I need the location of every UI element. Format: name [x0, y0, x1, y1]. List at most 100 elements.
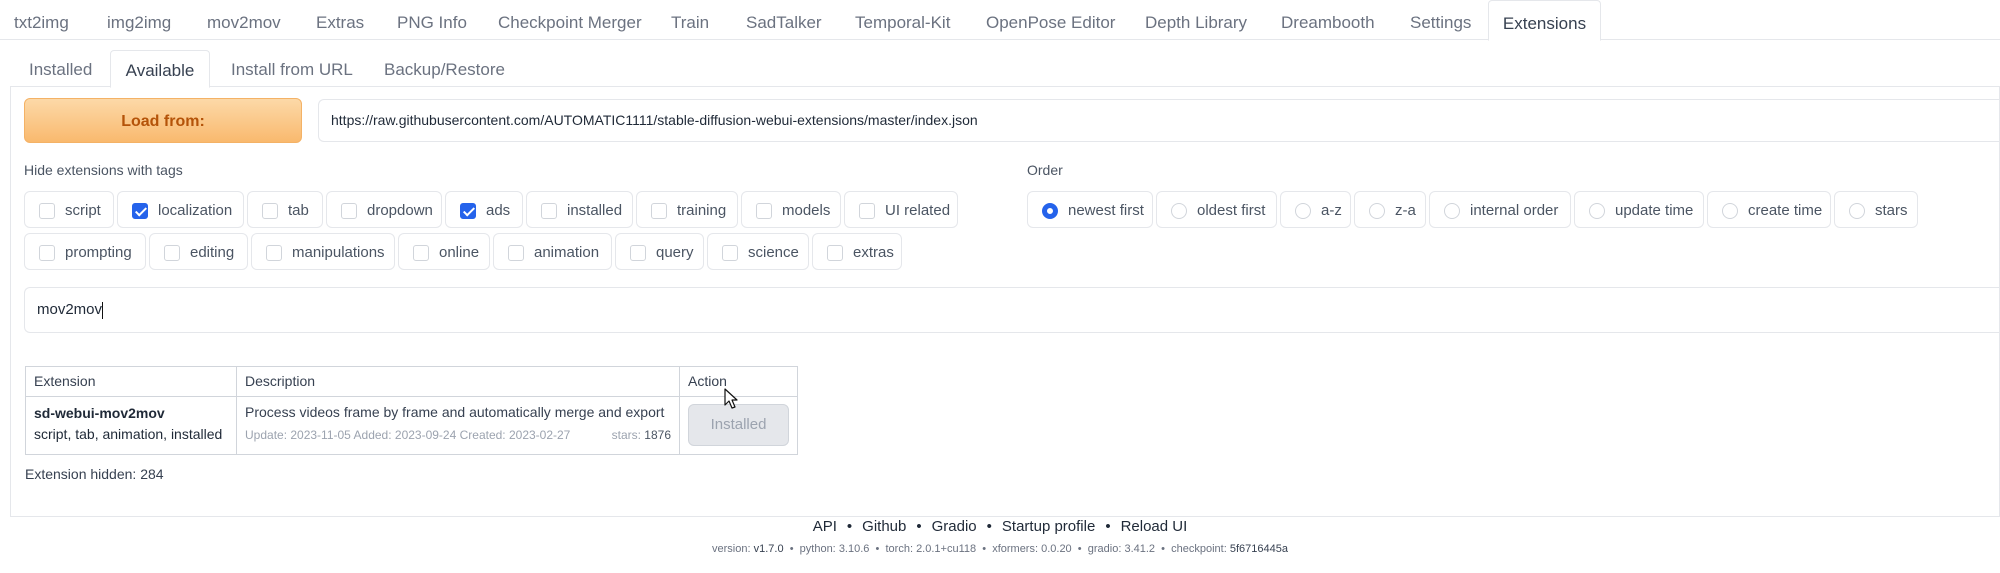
python-value: 3.10.6 — [838, 543, 870, 555]
checkbox-icon — [266, 245, 282, 261]
tag-checkbox-editing[interactable]: editing — [149, 233, 248, 270]
checkbox-icon — [413, 245, 429, 261]
tag-checkbox-localization[interactable]: localization — [117, 191, 244, 228]
tab-backup-restore[interactable]: Backup/Restore — [384, 50, 505, 87]
tag-checkbox-tab[interactable]: tab — [247, 191, 323, 228]
tag-checkbox-science[interactable]: science — [707, 233, 809, 270]
tab-checkpoint-merger[interactable]: Checkpoint Merger — [498, 0, 642, 40]
tag-checkbox-training[interactable]: training — [636, 191, 738, 228]
extension-cell: sd-webui-mov2mov script, tab, animation,… — [25, 396, 237, 455]
gradio-value: 3.41.2 — [1124, 543, 1156, 555]
tag-checkbox-script[interactable]: script — [24, 191, 114, 228]
checkbox-icon — [39, 245, 55, 261]
version-value: v1.7.0 — [753, 543, 784, 555]
footer-link-gradio[interactable]: Gradio — [932, 518, 977, 535]
tag-checkbox-ads[interactable]: ads — [445, 191, 523, 228]
extension-search-input[interactable]: mov2mov — [24, 287, 2000, 333]
checkpoint-key: checkpoint: — [1171, 543, 1227, 555]
extension-date-text: Update: 2023-11-05 Added: 2023-09-24 Cre… — [245, 428, 571, 442]
checkbox-icon — [262, 203, 278, 219]
tab-settings[interactable]: Settings — [1410, 0, 1471, 40]
tab-txt2img[interactable]: txt2img — [14, 0, 69, 40]
tab-train[interactable]: Train — [671, 0, 709, 40]
tag-checkbox-prompting[interactable]: prompting — [24, 233, 146, 270]
extensions-hidden-count: Extension hidden: 284 — [25, 466, 164, 482]
checkbox-icon — [859, 203, 875, 219]
tag-checkbox-ui-related[interactable]: UI related — [844, 191, 958, 228]
radio-icon — [1369, 203, 1385, 219]
installed-button[interactable]: Installed — [688, 404, 789, 446]
checkbox-icon — [39, 203, 55, 219]
column-header-extension: Extension — [25, 366, 237, 397]
tag-checkbox-dropdown[interactable]: dropdown — [326, 191, 442, 228]
tag-checkbox-manipulations[interactable]: manipulations — [251, 233, 395, 270]
tab-extras[interactable]: Extras — [316, 0, 364, 40]
text-caret — [102, 301, 104, 319]
tag-checkbox-models[interactable]: models — [741, 191, 841, 228]
tab-available[interactable]: Available — [110, 50, 210, 88]
description-cell: Process videos frame by frame and automa… — [236, 396, 680, 455]
tag-checkbox-extras[interactable]: extras — [812, 233, 902, 270]
footer-link-api[interactable]: API — [813, 518, 837, 535]
checkbox-icon — [651, 203, 667, 219]
separator-dot: • — [846, 518, 853, 535]
extensions-sub-tab-bar: Installed Available Install from URL Bac… — [10, 50, 2000, 88]
checkbox-icon — [164, 245, 180, 261]
tab-installed[interactable]: Installed — [29, 50, 92, 87]
tab-depth-library[interactable]: Depth Library — [1145, 0, 1247, 40]
main-tab-bar: txt2img img2img mov2mov Extras PNG Info … — [0, 0, 2000, 41]
search-text: mov2mov — [37, 301, 103, 318]
tab-temporal-kit[interactable]: Temporal-Kit — [855, 0, 950, 40]
tab-sadtalker[interactable]: SadTalker — [746, 0, 822, 40]
separator-dot: • — [1105, 518, 1111, 535]
extension-name: sd-webui-mov2mov — [34, 405, 165, 421]
radio-icon — [1444, 203, 1460, 219]
torch-key: torch: — [885, 543, 913, 555]
checkpoint-value: 5f6716445a — [1229, 543, 1288, 555]
tag-checkbox-animation[interactable]: animation — [493, 233, 612, 270]
checkbox-icon — [756, 203, 772, 219]
order-radio-stars[interactable]: stars — [1834, 191, 1918, 228]
order-radio-newest-first[interactable]: newest first — [1027, 191, 1153, 228]
radio-icon — [1589, 203, 1605, 219]
footer-link-reload-ui[interactable]: Reload UI — [1121, 518, 1188, 535]
radio-icon — [1295, 203, 1311, 219]
load-from-button[interactable]: Load from: — [24, 98, 302, 143]
extension-index-url-input[interactable]: https://raw.githubusercontent.com/AUTOMA… — [318, 99, 2000, 142]
table-header-row: Extension Description Action — [25, 366, 798, 397]
radio-icon — [1722, 203, 1738, 219]
order-radio-oldest-first[interactable]: oldest first — [1156, 191, 1277, 228]
order-radio-a-z[interactable]: a-z — [1280, 191, 1351, 228]
version-key: version: — [712, 543, 751, 555]
python-key: python: — [799, 543, 836, 555]
tab-mov2mov[interactable]: mov2mov — [207, 0, 281, 40]
tab-openpose-editor[interactable]: OpenPose Editor — [986, 0, 1115, 40]
radio-icon — [1849, 203, 1865, 219]
footer-link-startup-profile[interactable]: Startup profile — [1002, 518, 1095, 535]
extension-dates: Update: 2023-11-05 Added: 2023-09-24 Cre… — [245, 427, 671, 443]
xformers-value: 0.0.20 — [1041, 543, 1072, 555]
torch-value: 2.0.1+cu118 — [916, 543, 977, 555]
extensions-table: Extension Description Action sd-webui-mo… — [25, 366, 798, 455]
checkbox-checked-icon — [460, 203, 476, 219]
checkbox-icon — [827, 245, 843, 261]
tab-install-from-url[interactable]: Install from URL — [231, 50, 353, 87]
order-radio-internal-order[interactable]: internal order — [1429, 191, 1571, 228]
order-radio-update-time[interactable]: update time — [1574, 191, 1704, 228]
order-radio-z-a[interactable]: z-a — [1354, 191, 1426, 228]
footer-link-github[interactable]: Github — [862, 518, 906, 535]
gradio-key: gradio: — [1087, 543, 1122, 555]
hide-tags-label: Hide extensions with tags — [24, 162, 183, 178]
checkbox-icon — [722, 245, 738, 261]
order-radio-create-time[interactable]: create time — [1707, 191, 1831, 228]
version-info: version: v1.7.0 • python: 3.10.6 • torch… — [712, 543, 1288, 555]
tag-checkbox-online[interactable]: online — [398, 233, 490, 270]
tab-img2img[interactable]: img2img — [107, 0, 171, 40]
tag-checkbox-installed[interactable]: installed — [526, 191, 633, 228]
tab-png-info[interactable]: PNG Info — [397, 0, 467, 40]
tab-dreambooth[interactable]: Dreambooth — [1281, 0, 1375, 40]
separator-dot: • — [916, 518, 922, 535]
tab-extensions[interactable]: Extensions — [1488, 0, 1601, 41]
tag-checkbox-query[interactable]: query — [615, 233, 704, 270]
checkbox-icon — [630, 245, 646, 261]
